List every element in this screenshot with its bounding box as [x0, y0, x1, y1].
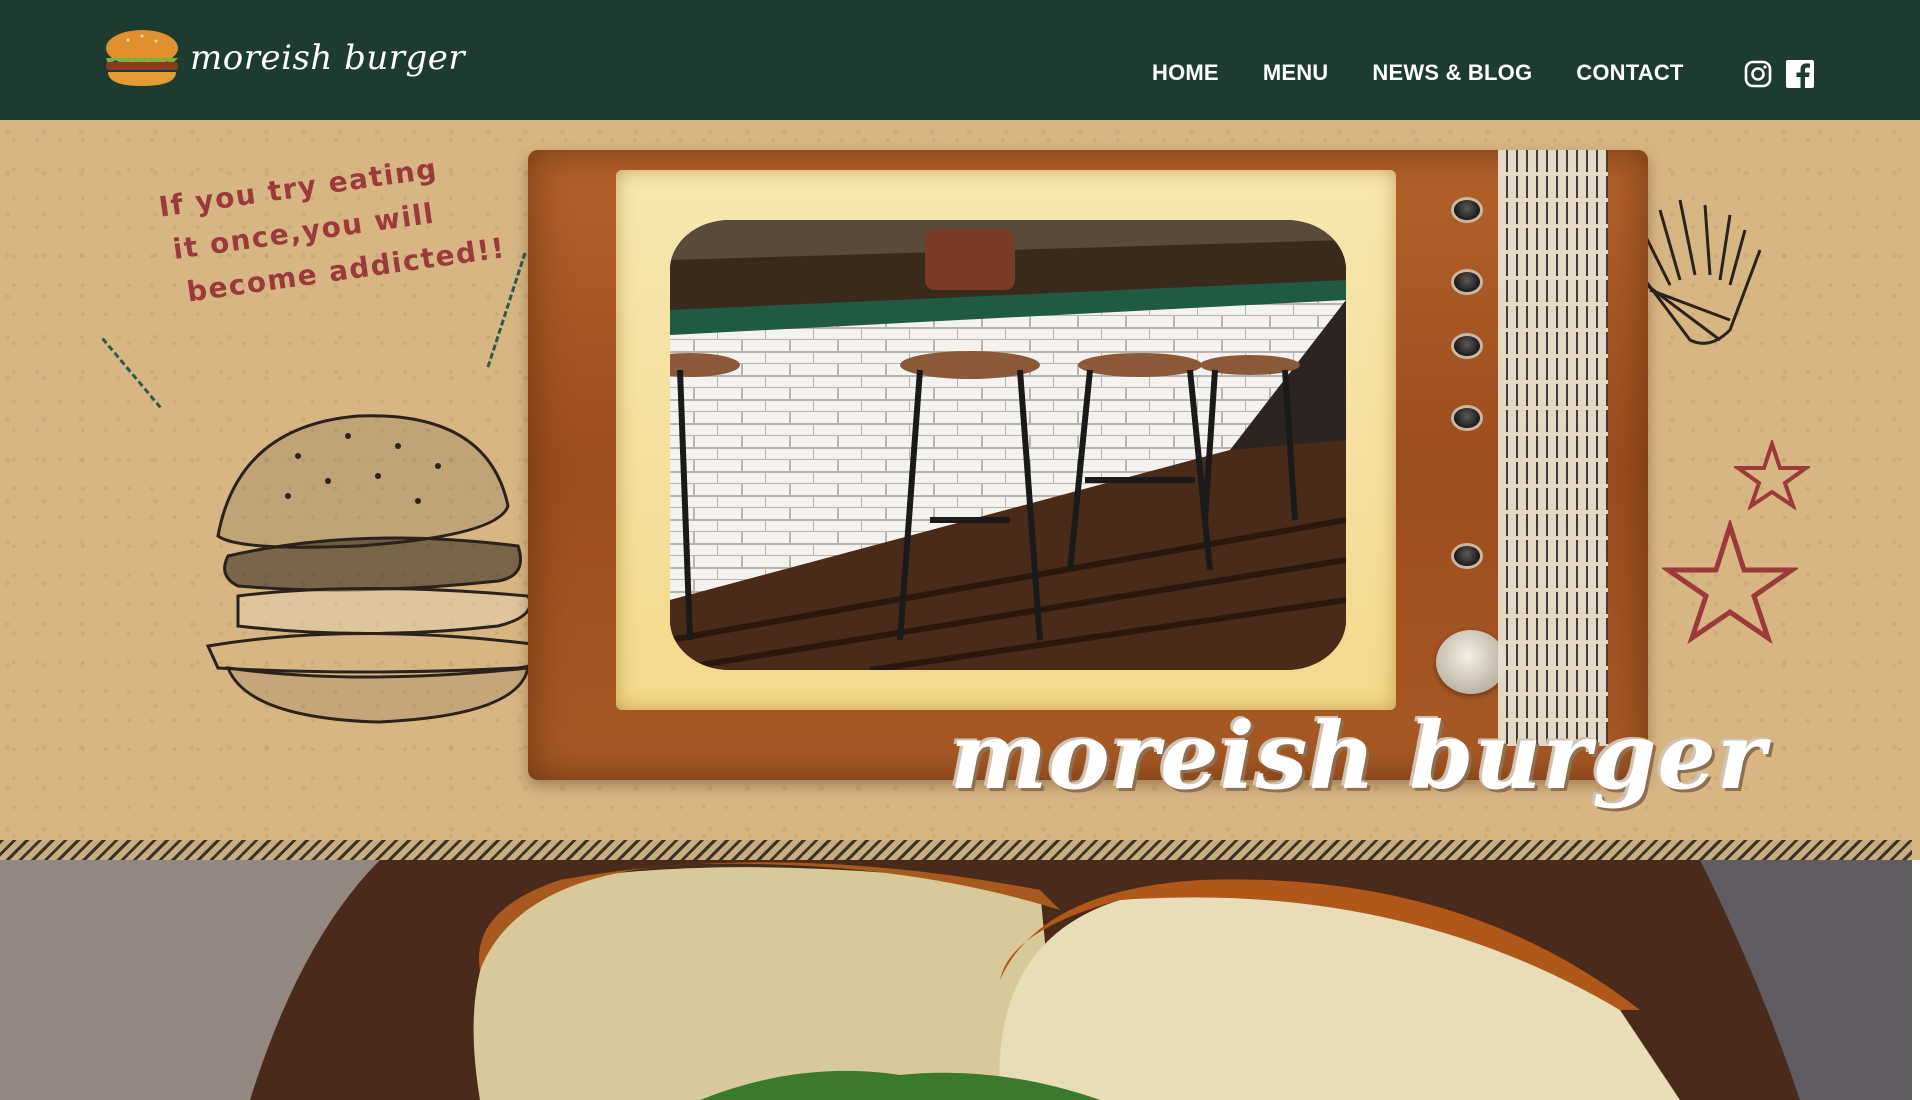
star-large-icon — [1659, 517, 1801, 649]
tv-knob-1 — [1454, 200, 1480, 220]
decorative-dash-left — [101, 337, 162, 409]
star-small-icon — [1731, 437, 1813, 515]
tv-knob-5 — [1454, 546, 1480, 566]
logo-link[interactable]: moreish burger — [104, 28, 465, 88]
page-edge — [1912, 860, 1920, 1100]
tv-knob-2 — [1454, 272, 1480, 292]
tv-speaker-grille — [1498, 150, 1608, 746]
site-header: moreish burger HOME MENU NEWS & BLOG CON… — [0, 0, 1920, 120]
brand-name: moreish burger — [190, 38, 466, 78]
burger-sketch-illustration — [198, 406, 558, 726]
tv-knob-3 — [1454, 336, 1480, 356]
restaurant-interior-photo — [670, 220, 1346, 670]
nav-menu[interactable]: MENU — [1263, 60, 1329, 86]
tv-control-panel — [1436, 190, 1506, 710]
hero-tagline: If you try eating it once,you will becom… — [156, 139, 509, 317]
nav-news-blog[interactable]: NEWS & BLOG — [1372, 60, 1532, 86]
social-links — [1744, 60, 1814, 88]
main-nav: HOME MENU NEWS & BLOG CONTACT — [1152, 60, 1684, 86]
retro-tv-frame — [528, 150, 1648, 780]
tv-screen-bezel — [616, 170, 1396, 710]
facebook-icon[interactable] — [1786, 60, 1814, 88]
tv-dial — [1436, 630, 1506, 694]
nav-contact[interactable]: CONTACT — [1576, 60, 1683, 86]
nav-home[interactable]: HOME — [1152, 60, 1219, 86]
burger-closeup-photo — [0, 860, 1912, 1100]
burger-logo-icon — [104, 28, 180, 88]
tv-knob-4 — [1454, 408, 1480, 428]
hero-section: If you try eating it once,you will becom… — [0, 120, 1920, 860]
hatched-divider — [0, 840, 1912, 860]
hero-wordmark: moreish burger — [950, 702, 1767, 810]
instagram-icon[interactable] — [1744, 60, 1772, 88]
